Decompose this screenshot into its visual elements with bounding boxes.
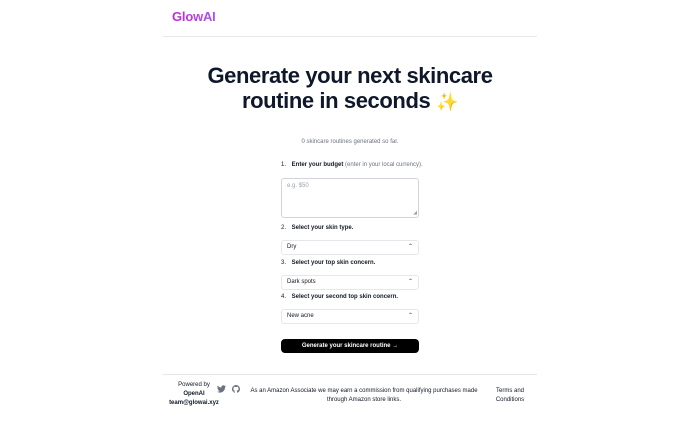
powered-by-label: Powered by	[178, 382, 210, 388]
sparkle-icon: ✨	[436, 92, 459, 112]
provider-link[interactable]: OpenAI	[183, 391, 204, 397]
chevron-up-icon: ⌃	[407, 313, 413, 319]
twitter-icon[interactable]	[217, 385, 226, 393]
affiliate-disclosure: As an Amazon Associate we may earn a com…	[250, 388, 478, 403]
step-budget-label: 1. Enter your budget (enter in your loca…	[281, 162, 423, 168]
step-number: 2.	[281, 225, 287, 231]
skin-type-value: Dry	[287, 244, 297, 250]
chevron-up-icon: ⌃	[407, 279, 413, 285]
step-number: 3.	[281, 260, 287, 266]
top-concern-value: Dark spots	[287, 279, 316, 285]
footer: Powered by OpenAI team@glowai.xyz As an …	[163, 374, 537, 415]
budget-placeholder: e.g. $50	[287, 183, 309, 189]
powered-by: Powered by OpenAI team@glowai.xyz	[165, 381, 223, 408]
step-number: 1.	[281, 162, 287, 168]
step-label: Select your skin type.	[291, 225, 354, 231]
routines-counter: 0 skincare routines generated so far.	[301, 139, 399, 145]
second-concern-value: New acne	[287, 313, 314, 319]
top-concern-select[interactable]: Dark spots ⌃	[281, 275, 419, 290]
step-label: Select your second top skin concern.	[291, 294, 399, 300]
step-second-concern-label: 4. Select your second top skin concern.	[281, 294, 398, 300]
resize-handle-icon[interactable]: ◢	[413, 211, 417, 216]
github-icon[interactable]	[232, 385, 240, 393]
terms-link[interactable]: Terms and Conditions	[489, 387, 531, 405]
step-hint: (enter in your local currency).	[345, 162, 423, 168]
contact-email-link[interactable]: team@glowai.xyz	[169, 400, 219, 406]
second-concern-select[interactable]: New acne ⌃	[281, 309, 419, 324]
page-title: Generate your next skincare routine in s…	[200, 63, 500, 115]
page: GlowAI Generate your next skincare routi…	[0, 0, 700, 438]
step-number: 4.	[281, 294, 287, 300]
step-label: Select your top skin concern.	[291, 260, 376, 266]
budget-input[interactable]: e.g. $50 ◢	[281, 178, 419, 218]
step-label: Enter your budget	[291, 162, 344, 168]
chevron-up-icon: ⌃	[407, 244, 413, 250]
skin-type-select[interactable]: Dry ⌃	[281, 240, 419, 255]
step-skin-type-label: 2. Select your skin type.	[281, 225, 353, 231]
generate-routine-button[interactable]: Generate your skincare routine →	[281, 339, 419, 353]
header: GlowAI	[163, 0, 537, 37]
step-top-concern-label: 3. Select your top skin concern.	[281, 260, 375, 266]
logo[interactable]: GlowAI	[172, 9, 216, 24]
